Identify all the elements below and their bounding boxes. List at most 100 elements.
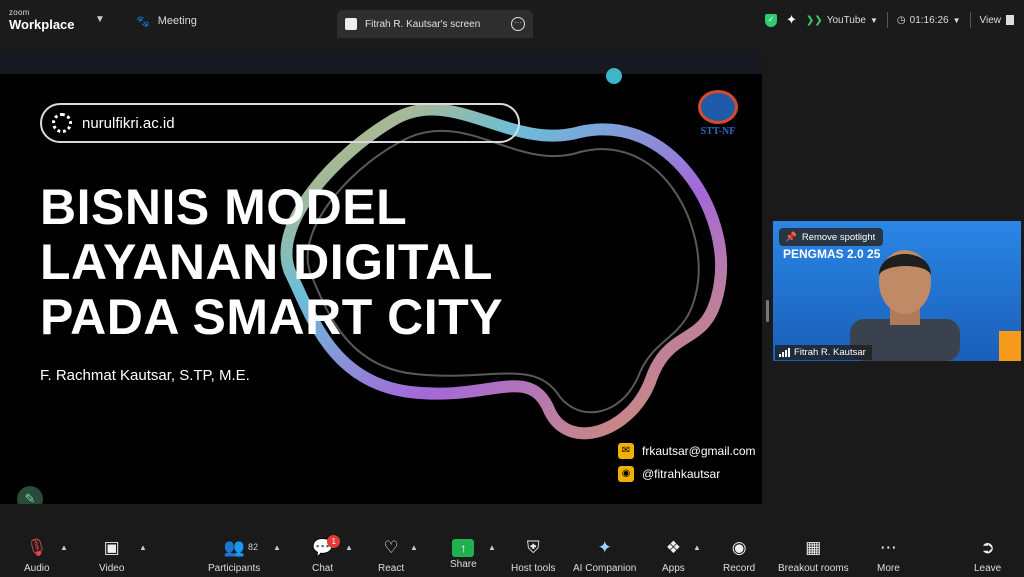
view-button[interactable]: View bbox=[979, 14, 1014, 26]
share-options-chevron-icon[interactable]: ▲ bbox=[488, 543, 496, 552]
chevron-down-icon: ▼ bbox=[952, 15, 961, 25]
react-button[interactable]: ♡ React bbox=[378, 537, 404, 577]
record-icon: ◉ bbox=[731, 538, 747, 557]
tab-meeting-label: Meeting bbox=[157, 15, 197, 27]
slide-title-line3: PADA SMART CITY bbox=[40, 289, 504, 345]
participant-video-person bbox=[850, 250, 960, 361]
leave-button[interactable]: ➲ Leave bbox=[974, 537, 1001, 577]
top-bar: zoom Workplace ▼ 🐾 Meeting Fitrah R. Kau… bbox=[0, 0, 1024, 42]
panel-resize-handle[interactable] bbox=[766, 300, 769, 322]
view-label: View bbox=[979, 14, 1002, 26]
background-accent bbox=[999, 331, 1021, 361]
leave-exit-icon: ➲ bbox=[980, 538, 995, 557]
website-pill: nurulfikri.ac.id bbox=[40, 103, 520, 143]
meeting-toolbar: 🎙 Audio ▲ ▣ Video ▲ 👥 Participants 82 ▲ … bbox=[0, 529, 1024, 577]
clock-icon: ◷ bbox=[896, 14, 906, 26]
record-label: Record bbox=[723, 563, 756, 574]
logo-text: STT-NF bbox=[700, 126, 736, 137]
screen-top-strip bbox=[0, 52, 762, 74]
apps-label: Apps bbox=[662, 563, 685, 574]
brand-name: Workplace bbox=[9, 17, 75, 32]
pin-icon: 📌 bbox=[785, 231, 797, 243]
remote-cursor-icon bbox=[606, 68, 622, 84]
video-label: Video bbox=[99, 563, 125, 574]
participants-count: 82 bbox=[248, 542, 259, 552]
video-options-chevron-icon[interactable]: ▲ bbox=[139, 543, 147, 552]
brand-small-text: zoom bbox=[9, 8, 30, 17]
institution-logo: STT-NF bbox=[692, 90, 744, 142]
meeting-timer[interactable]: ◷ 01:16:26 ▼ bbox=[897, 15, 961, 26]
remove-spotlight-button[interactable]: 📌 Remove spotlight bbox=[779, 228, 884, 246]
timer-value: 01:16:26 bbox=[909, 14, 949, 26]
apps-button[interactable]: ❖ Apps bbox=[662, 537, 685, 577]
leave-label: Leave bbox=[974, 563, 1002, 574]
breakout-rooms-button[interactable]: ▦ Breakout rooms bbox=[778, 537, 849, 577]
people-icon: 👥 bbox=[223, 538, 245, 557]
instagram-text: @fitrahkautsar bbox=[642, 467, 721, 481]
chat-bubble-icon: 💬 1 bbox=[312, 535, 341, 559]
livestream-youtube[interactable]: ❯❯ YouTube ▼ bbox=[806, 15, 878, 26]
slide-author: F. Rachmat Kautsar, S.TP, M.E. bbox=[40, 367, 250, 384]
chat-unread-badge: 1 bbox=[327, 535, 341, 548]
react-options-chevron-icon[interactable]: ▲ bbox=[410, 543, 418, 552]
divider bbox=[969, 12, 971, 28]
breakout-rooms-label: Breakout rooms bbox=[778, 563, 849, 574]
participant-name: Fitrah R. Kautsar bbox=[794, 347, 866, 358]
logo-emblem bbox=[698, 90, 738, 124]
chevron-down-icon[interactable]: ▼ bbox=[95, 14, 105, 25]
app-logo: zoom Workplace bbox=[9, 8, 75, 32]
breakout-grid-icon: ▦ bbox=[805, 538, 822, 557]
chat-label: Chat bbox=[312, 563, 334, 574]
chat-button[interactable]: 💬 1 Chat bbox=[312, 535, 341, 577]
ai-sparkle-icon[interactable]: ✦ bbox=[786, 12, 797, 28]
host-tools-label: Host tools bbox=[511, 563, 556, 574]
apps-options-chevron-icon[interactable]: ▲ bbox=[693, 543, 701, 552]
youtube-label: YouTube bbox=[826, 14, 866, 26]
broadcast-icon: ❯❯ bbox=[805, 14, 823, 26]
camera-icon: ▣ bbox=[103, 538, 120, 557]
tab-shared-screen[interactable]: Fitrah R. Kautsar's screen ··· bbox=[337, 10, 533, 38]
heart-icon: ♡ bbox=[383, 538, 399, 557]
slide-title-line2: LAYANAN DIGITAL bbox=[40, 234, 493, 290]
top-right-controls: ✓ ✦ ❯❯ YouTube ▼ ◷ 01:16:26 ▼ View bbox=[765, 12, 1014, 28]
slide-title-line1: BISNIS MODEL bbox=[40, 179, 408, 235]
remove-spotlight-label: Remove spotlight bbox=[801, 231, 876, 243]
tab-meeting[interactable]: 🐾 Meeting bbox=[130, 8, 330, 34]
participant-name-tag: Fitrah R. Kautsar bbox=[775, 345, 872, 360]
record-button[interactable]: ◉ Record bbox=[723, 537, 755, 577]
mic-muted-icon: 🎙 bbox=[25, 538, 48, 557]
slide-title: BISNIS MODEL LAYANAN DIGITAL PADA SMART … bbox=[40, 180, 503, 345]
shield-icon: ⛨ bbox=[526, 538, 540, 557]
audio-label: Audio bbox=[24, 563, 50, 574]
ai-companion-button[interactable]: ✦ AI Companion bbox=[573, 537, 636, 577]
share-label: Share bbox=[450, 559, 477, 570]
screen-share-icon bbox=[345, 18, 357, 30]
website-url: nurulfikri.ac.id bbox=[82, 114, 175, 132]
more-options-icon[interactable]: ··· bbox=[511, 17, 525, 31]
share-screen-icon: ↑ bbox=[452, 539, 475, 557]
paw-icon: 🐾 bbox=[136, 15, 150, 28]
more-label: More bbox=[877, 563, 900, 574]
react-label: React bbox=[378, 563, 405, 574]
mail-icon: ✉ bbox=[618, 443, 634, 459]
share-button[interactable]: ↑ Share bbox=[450, 537, 477, 577]
shared-screen[interactable]: nurulfikri.ac.id STT-NF BISNIS MODEL LAY… bbox=[0, 52, 762, 504]
encryption-shield-icon[interactable]: ✓ bbox=[765, 13, 778, 27]
participants-options-chevron-icon[interactable]: ▲ bbox=[273, 543, 281, 552]
host-tools-button[interactable]: ⛨ Host tools bbox=[511, 537, 555, 577]
ai-companion-label: AI Companion bbox=[573, 563, 637, 574]
divider bbox=[886, 12, 888, 28]
more-dots-icon: ⋯ bbox=[879, 538, 897, 557]
more-button[interactable]: ⋯ More bbox=[877, 537, 900, 577]
view-layout-icon bbox=[1006, 15, 1014, 25]
contact-email: ✉ frkautsar@gmail.com bbox=[618, 443, 756, 459]
video-button[interactable]: ▣ Video bbox=[99, 537, 124, 577]
annotate-pen-icon[interactable]: ✎ bbox=[17, 486, 43, 504]
signal-strength-icon bbox=[779, 348, 790, 357]
instagram-icon: ◉ bbox=[618, 466, 634, 482]
audio-button[interactable]: 🎙 Audio bbox=[24, 537, 50, 577]
chevron-down-icon: ▼ bbox=[869, 15, 878, 25]
tab-shared-screen-label: Fitrah R. Kautsar's screen bbox=[365, 18, 481, 30]
audio-options-chevron-icon[interactable]: ▲ bbox=[60, 543, 68, 552]
chat-options-chevron-icon[interactable]: ▲ bbox=[345, 543, 353, 552]
